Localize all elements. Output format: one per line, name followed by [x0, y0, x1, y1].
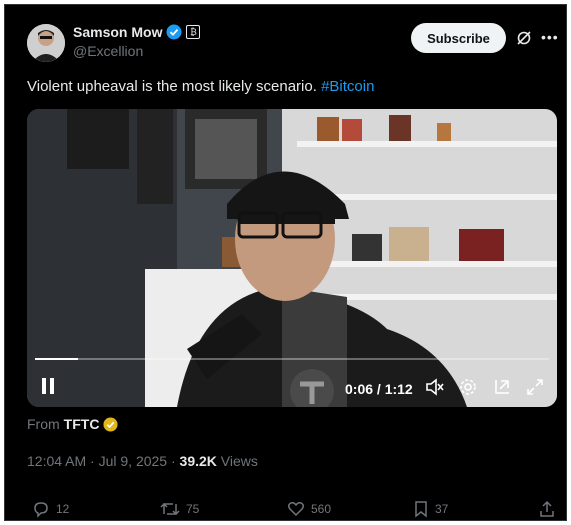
author-handle[interactable]: @Excellion — [73, 43, 143, 59]
heart-icon — [287, 502, 305, 517]
author-name[interactable]: Samson Mow — [73, 24, 162, 40]
verified-badge-icon — [166, 24, 182, 40]
gold-verified-badge-icon — [103, 416, 118, 432]
video-source: From TFTC — [27, 416, 118, 432]
bookmark-count: 37 — [435, 502, 449, 516]
like-count: 560 — [311, 502, 332, 516]
author-name-row: Samson Mow ₿ — [73, 24, 201, 40]
more-options-icon[interactable]: ••• — [541, 29, 559, 45]
subscribe-button[interactable]: Subscribe — [411, 23, 506, 53]
hashtag-link[interactable]: #Bitcoin — [321, 78, 374, 95]
tweet-text: Violent upheaval is the most likely scen… — [27, 78, 374, 95]
timestamp[interactable]: 12:04 AM · Jul 9, 2025 · — [27, 453, 180, 469]
action-bar: 12 75 560 37 — [27, 500, 557, 518]
tweet-meta: 12:04 AM · Jul 9, 2025 · 39.2K Views — [27, 453, 258, 469]
views-label: Views — [220, 453, 258, 469]
video-player[interactable]: 0:06 / 1:12 — [27, 109, 557, 407]
reply-icon — [34, 502, 48, 518]
video-progress-fill — [35, 358, 78, 360]
video-progress-bar[interactable] — [35, 358, 549, 360]
views-count: 39.2K — [179, 453, 217, 469]
bookmark-button[interactable]: 37 — [413, 500, 448, 518]
avatar[interactable] — [27, 24, 65, 62]
video-frame — [27, 109, 557, 407]
source-prefix: From — [27, 416, 60, 432]
share-button[interactable] — [538, 500, 556, 518]
tweet-card: Samson Mow ₿ @Excellion Subscribe ••• Vi… — [4, 4, 567, 521]
grok-icon[interactable] — [516, 30, 532, 46]
settings-gear-icon[interactable] — [458, 377, 478, 397]
like-button[interactable]: 560 — [287, 500, 331, 518]
repost-button[interactable]: 75 — [160, 500, 199, 518]
source-name[interactable]: TFTC — [64, 416, 100, 432]
picture-in-picture-icon[interactable] — [492, 377, 512, 397]
repost-count: 75 — [186, 502, 200, 516]
reply-count: 12 — [56, 502, 70, 516]
fullscreen-icon[interactable] — [525, 377, 545, 397]
tweet-body: Violent upheaval is the most likely scen… — [27, 78, 317, 95]
mute-icon[interactable] — [425, 377, 445, 397]
repost-icon — [160, 502, 180, 516]
bookmark-icon — [415, 501, 427, 518]
bitcoin-badge-icon: ₿ — [186, 25, 201, 39]
reply-button[interactable]: 12 — [32, 500, 69, 518]
pause-icon[interactable] — [40, 377, 56, 395]
share-icon — [540, 500, 554, 517]
video-time: 0:06 / 1:12 — [345, 381, 413, 397]
